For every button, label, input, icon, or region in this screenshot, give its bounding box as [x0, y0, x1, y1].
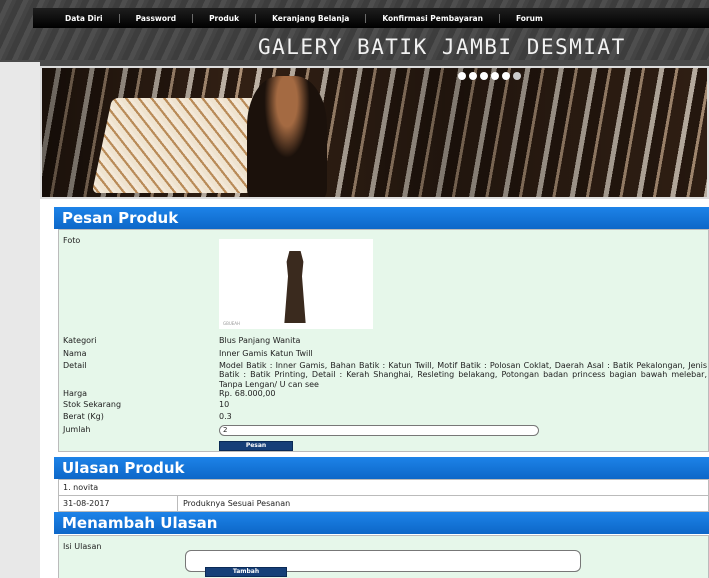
site-title: GALERY BATIK JAMBI DESMIAT [258, 35, 626, 59]
field-value-stok: 10 [219, 400, 230, 409]
top-navigation: Data Diri Password Produk Keranjang Bela… [33, 8, 709, 28]
field-label-nama: Nama [63, 349, 87, 358]
slider-dot-6[interactable] [513, 72, 521, 80]
slider-dot-4[interactable] [491, 72, 499, 80]
nav-item-password[interactable]: Password [118, 13, 192, 23]
qty-label: Jumlah [63, 425, 91, 434]
quantity-input[interactable]: 2 [219, 425, 539, 436]
field-label-berat: Berat (Kg) [63, 412, 104, 421]
slider-dot-3[interactable] [480, 72, 488, 80]
field-label-detail: Detail [63, 361, 87, 370]
dress-image [284, 251, 306, 323]
review-date: 31-08-2017 [63, 499, 110, 508]
order-section-heading: Pesan Produk [54, 207, 709, 229]
review-content-row: 31-08-2017 Produknya Sesuai Pesanan [59, 496, 709, 512]
add-review-section-heading: Menambah Ulasan [54, 512, 709, 534]
image-caption: GBUEAH [223, 321, 241, 326]
field-value-kategori: Blus Panjang Wanita [219, 336, 301, 345]
review-author: 1. novita [63, 483, 99, 492]
review-author-row: 1. novita [59, 480, 709, 496]
isi-ulasan-label: Isi Ulasan [63, 542, 102, 551]
field-label-stok: Stok Sekarang [63, 400, 122, 409]
nav-item-konfirmasi-pembayaran[interactable]: Konfirmasi Pembayaran [365, 13, 499, 23]
nav-item-produk[interactable]: Produk [192, 13, 255, 23]
order-form: Foto GBUEAH Kategori Blus Panjang Wanita… [58, 229, 709, 452]
review-text: Produknya Sesuai Pesanan [183, 499, 291, 508]
field-label-harga: Harga [63, 389, 88, 398]
slider-dot-2[interactable] [469, 72, 477, 80]
slider-dot-1[interactable] [458, 72, 466, 80]
reviews-table: 1. novita 31-08-2017 Produknya Sesuai Pe… [58, 479, 709, 512]
banner-model-figure [247, 76, 327, 197]
foto-label: Foto [63, 236, 81, 245]
banner-batik-cloth [91, 98, 273, 193]
banner-slider [40, 66, 709, 199]
product-image: GBUEAH [219, 239, 373, 329]
left-margin [0, 62, 40, 578]
field-value-harga: Rp. 68.000,00 [219, 389, 276, 398]
slider-dot-5[interactable] [502, 72, 510, 80]
pesan-button[interactable]: Pesan [219, 441, 293, 451]
nav-item-forum[interactable]: Forum [498, 13, 559, 23]
cell-divider [177, 496, 178, 512]
field-label-kategori: Kategori [63, 336, 97, 345]
main-content: Pesan Produk Foto GBUEAH Kategori Blus P… [40, 199, 709, 578]
add-review-form: Isi Ulasan Tambah [58, 535, 709, 578]
reviews-section-heading: Ulasan Produk [54, 457, 709, 479]
field-value-berat: 0.3 [219, 412, 232, 421]
nav-item-keranjang-belanja[interactable]: Keranjang Belanja [255, 13, 365, 23]
tambah-button[interactable]: Tambah [205, 567, 287, 577]
nav-item-data-diri[interactable]: Data Diri [33, 14, 119, 23]
field-value-detail: Model Batik : Inner Gamis, Bahan Batik :… [219, 361, 707, 389]
slider-pagination [458, 72, 521, 80]
field-value-nama: Inner Gamis Katun Twill [219, 349, 313, 358]
